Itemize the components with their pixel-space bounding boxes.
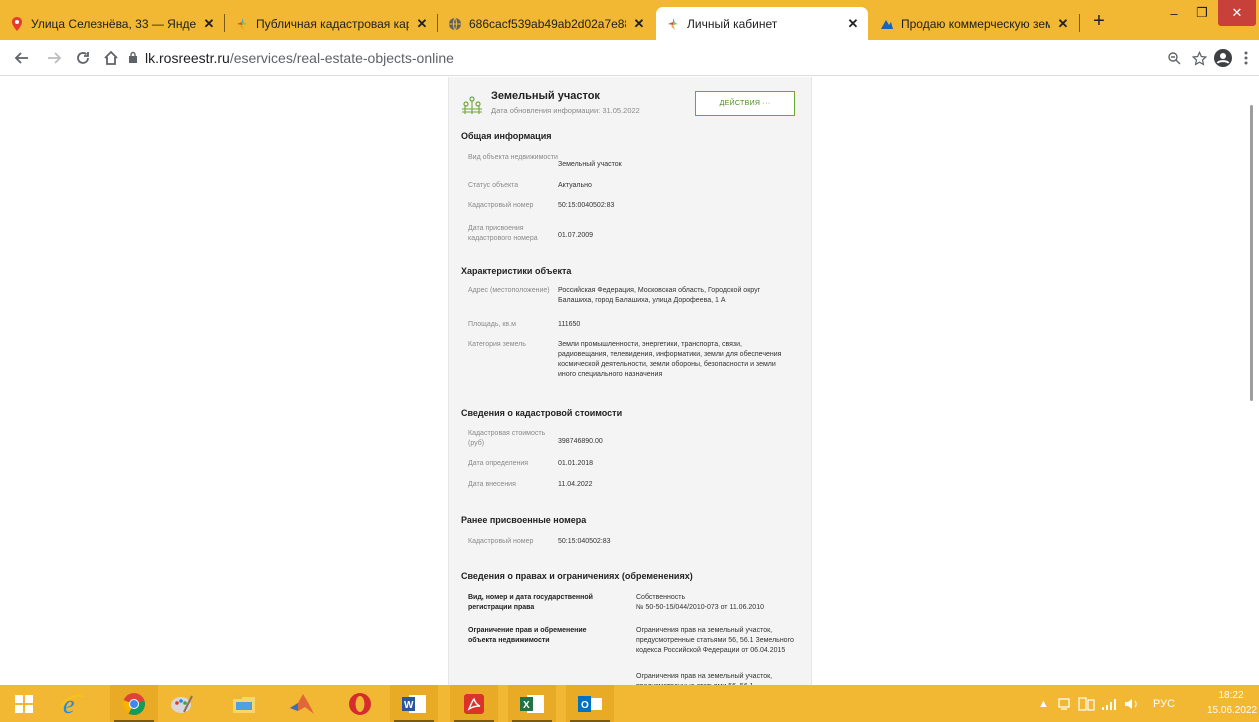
svg-text:O: O xyxy=(581,700,589,711)
object-card: Земельный участок Дата обновления информ… xyxy=(448,77,812,685)
word-icon[interactable]: W xyxy=(390,685,438,722)
tab-divider xyxy=(1079,14,1080,32)
new-tab-button[interactable]: + xyxy=(1089,11,1109,31)
field-value: Земли промышленности, энергетики, трансп… xyxy=(558,341,782,378)
avito-icon xyxy=(880,17,894,31)
opera-icon[interactable] xyxy=(336,685,384,722)
chrome-icon[interactable] xyxy=(110,685,158,722)
menu-dots-icon[interactable] xyxy=(1236,48,1256,68)
page-content: Земельный участок Дата обновления информ… xyxy=(0,77,1259,685)
paint-icon[interactable] xyxy=(158,685,206,722)
field-value: 01.01.2018 xyxy=(558,460,594,467)
minimize-button[interactable]: – xyxy=(1160,0,1188,26)
clock-date: 15.06.2022 xyxy=(1207,705,1258,716)
ie-icon[interactable]: e xyxy=(48,685,96,722)
bookmark-star-icon[interactable] xyxy=(1189,48,1209,68)
close-tab-icon[interactable]: ✕ xyxy=(415,16,429,32)
svg-text:X: X xyxy=(523,700,530,711)
tab-personal-cabinet[interactable]: Личный кабинет ✕ xyxy=(656,7,868,40)
windows-taskbar: e W X O ▲ РУС 18:22 15.06.2022 xyxy=(0,685,1259,722)
close-tab-icon[interactable]: ✕ xyxy=(846,16,860,32)
globe-icon xyxy=(448,17,462,31)
outlook-icon[interactable]: O xyxy=(566,685,614,722)
section-cadastral-value-title: Сведения о кадастровой стоимости xyxy=(461,408,623,418)
network-icon[interactable] xyxy=(1058,685,1072,722)
field-value: Ограничения прав на земельный участок, п… xyxy=(636,673,773,685)
field-value: Собственность № 50-50-15/044/2010-073 от… xyxy=(636,594,764,611)
field-label: Дата присвоения кадастрового номера xyxy=(468,225,538,242)
reload-icon[interactable] xyxy=(73,48,93,68)
map-pin-icon xyxy=(10,16,24,31)
close-window-button[interactable]: ✕ xyxy=(1218,0,1256,26)
tab-strip: Улица Селезнёва, 33 — Яндекс ✕ Публичная… xyxy=(0,0,1259,40)
signal-icon[interactable] xyxy=(1101,685,1119,722)
tab-hash-page[interactable]: 686cacf539ab49ab2d02a7e88d4 ✕ xyxy=(438,7,654,40)
field-value: 01.07.2009 xyxy=(558,232,594,239)
field-label: Дата определения xyxy=(468,460,529,467)
update-date: Дата обновления информации: 31.05.2022 xyxy=(491,106,640,115)
section-rights-title: Сведения о правах и ограничениях (обреме… xyxy=(461,571,693,581)
field-label: Вид объекта недвижимости xyxy=(468,154,558,161)
field-label: Кадастровый номер xyxy=(468,202,534,209)
field-value: 50:15:040502:83 xyxy=(558,538,611,545)
field-value: Российская Федерация, Московская область… xyxy=(558,287,761,304)
field-value: Ограничения прав на земельный участок, п… xyxy=(636,627,794,654)
phone-link-icon[interactable] xyxy=(1078,685,1096,722)
svg-text:e: e xyxy=(63,691,75,717)
field-value: Актуально xyxy=(558,182,592,189)
section-characteristics-title: Характеристики объекта xyxy=(461,266,572,276)
field-value: 50:15:0040502:83 xyxy=(558,202,615,209)
clock[interactable]: 18:22 15.06.2022 xyxy=(1207,688,1258,718)
object-title: Земельный участок xyxy=(491,90,600,102)
svg-text:W: W xyxy=(404,700,414,711)
field-label: Категория земель xyxy=(468,341,526,348)
close-tab-icon[interactable]: ✕ xyxy=(202,16,216,32)
acrobat-icon[interactable] xyxy=(450,685,498,722)
browser-toolbar: lk.rosreestr.ru/eservices/real-estate-ob… xyxy=(0,40,1259,76)
actions-button[interactable]: ДЕЙСТВИЯ ··· xyxy=(695,91,795,116)
field-value: Земельный участок xyxy=(558,161,622,168)
tab-avito[interactable]: Продаю коммерческую землю ✕ xyxy=(870,7,1078,40)
back-icon[interactable] xyxy=(12,48,32,68)
land-plot-icon xyxy=(462,96,482,114)
profile-icon[interactable] xyxy=(1213,48,1233,68)
close-tab-icon[interactable]: ✕ xyxy=(632,16,646,32)
section-general-title: Общая информация xyxy=(461,131,552,141)
clock-time: 18:22 xyxy=(1218,690,1244,701)
home-icon[interactable] xyxy=(101,48,121,68)
field-label: Кадастровый номер xyxy=(468,538,534,545)
field-label: Дата внесения xyxy=(468,481,516,488)
field-label: Адрес (местоположение) xyxy=(468,287,550,294)
matlab-icon[interactable] xyxy=(278,685,326,722)
field-value: 111650 xyxy=(558,321,581,328)
volume-icon[interactable] xyxy=(1124,685,1140,722)
close-tab-icon[interactable]: ✕ xyxy=(1056,16,1070,32)
rosreestr-icon xyxy=(666,17,680,31)
field-value: 11.04.2022 xyxy=(558,481,593,488)
page-scrollbar[interactable] xyxy=(1250,105,1253,401)
address-bar[interactable]: lk.rosreestr.ru/eservices/real-estate-ob… xyxy=(145,50,454,66)
tab-cadastral-map[interactable]: Публичная кадастровая карта ✕ xyxy=(225,7,437,40)
tray-chevron-icon[interactable]: ▲ xyxy=(1038,685,1049,722)
forward-icon[interactable] xyxy=(44,48,64,68)
start-icon[interactable] xyxy=(0,685,48,722)
field-label: Вид, номер и дата государственной регист… xyxy=(468,594,593,611)
excel-icon[interactable]: X xyxy=(508,685,556,722)
rosreestr-icon xyxy=(235,17,249,31)
field-label: Ограничение прав и обременение объекта н… xyxy=(468,627,587,644)
lock-icon xyxy=(129,51,137,63)
section-previous-numbers-title: Ранее присвоенные номера xyxy=(461,515,587,525)
language-indicator[interactable]: РУС xyxy=(1153,685,1175,722)
field-label: Статус объекта xyxy=(468,182,519,189)
field-label: Площадь, кв.м xyxy=(468,321,516,328)
maximize-button[interactable]: ❐ xyxy=(1188,0,1216,26)
field-value: 398746890.00 xyxy=(558,438,603,445)
zoom-icon[interactable] xyxy=(1164,48,1184,68)
field-label: Кадастровая стоимость (руб) xyxy=(468,430,546,447)
tab-yandex-maps[interactable]: Улица Селезнёва, 33 — Яндекс ✕ xyxy=(0,7,224,40)
explorer-icon[interactable] xyxy=(220,685,268,722)
